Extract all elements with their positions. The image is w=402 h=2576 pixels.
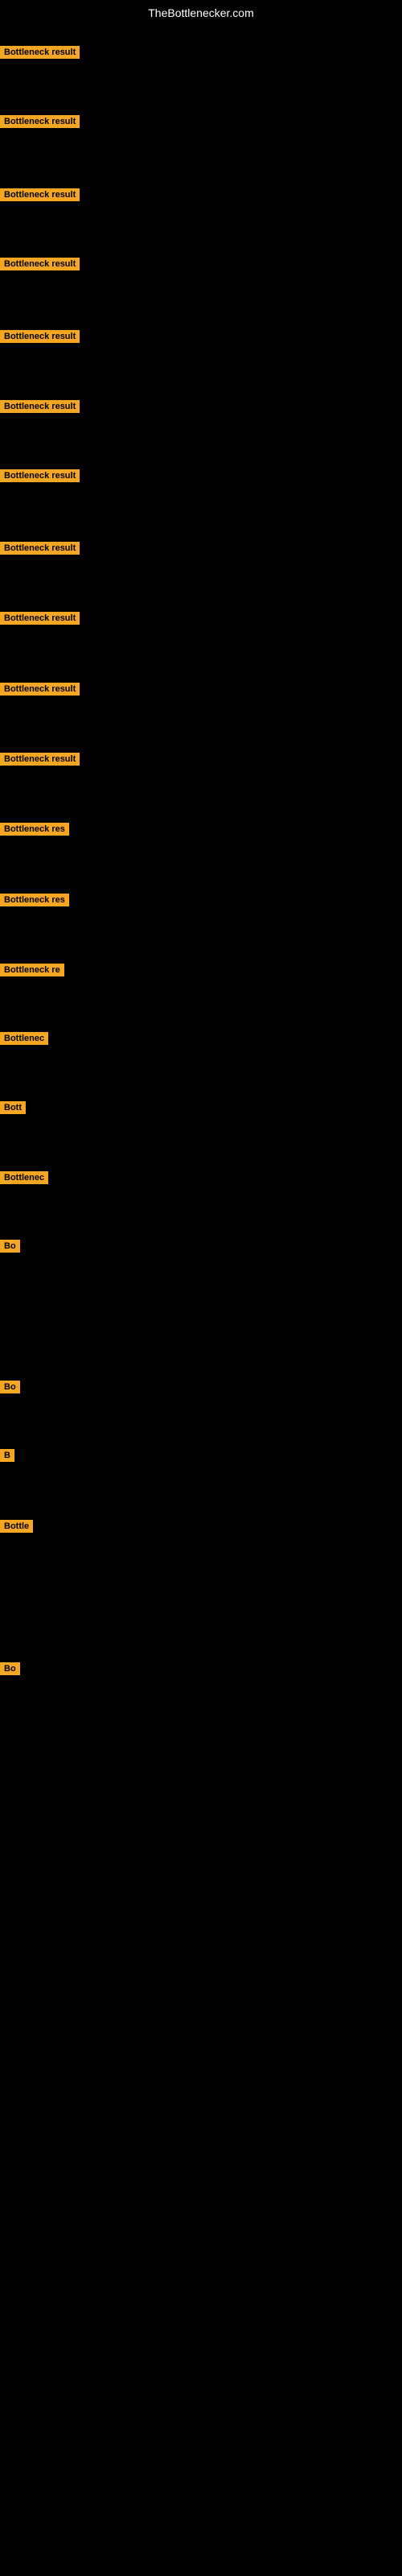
bottleneck-label-4: Bottleneck result bbox=[0, 258, 80, 270]
bottleneck-label-10: Bottleneck result bbox=[0, 683, 80, 696]
bottleneck-badge-15: Bottlenec bbox=[0, 1032, 48, 1049]
bottleneck-label-7: Bottleneck result bbox=[0, 469, 80, 482]
bottleneck-badge-16: Bott bbox=[0, 1101, 26, 1118]
bottleneck-badge-12: Bottleneck res bbox=[0, 823, 69, 840]
bottleneck-label-2: Bottleneck result bbox=[0, 115, 80, 128]
bottleneck-label-20: B bbox=[0, 1449, 14, 1462]
bottleneck-badge-3: Bottleneck result bbox=[0, 188, 80, 205]
bottleneck-label-11: Bottleneck result bbox=[0, 753, 80, 766]
site-title: TheBottlenecker.com bbox=[0, 0, 402, 26]
bottleneck-badge-19: Bo bbox=[0, 1381, 20, 1397]
bottleneck-label-1: Bottleneck result bbox=[0, 46, 80, 59]
bottleneck-label-19: Bo bbox=[0, 1381, 20, 1393]
bottleneck-label-3: Bottleneck result bbox=[0, 188, 80, 201]
bottleneck-badge-7: Bottleneck result bbox=[0, 469, 80, 486]
bottleneck-badge-6: Bottleneck result bbox=[0, 400, 80, 417]
bottleneck-badge-17: Bottlenec bbox=[0, 1171, 48, 1188]
bottleneck-label-16: Bott bbox=[0, 1101, 26, 1114]
bottleneck-badge-21: Bottle bbox=[0, 1520, 33, 1537]
bottleneck-badge-8: Bottleneck result bbox=[0, 542, 80, 559]
bottleneck-label-21: Bottle bbox=[0, 1520, 33, 1533]
bottleneck-badge-22: Bo bbox=[0, 1662, 20, 1679]
bottleneck-label-18: Bo bbox=[0, 1240, 20, 1253]
bottleneck-label-8: Bottleneck result bbox=[0, 542, 80, 555]
bottleneck-badge-4: Bottleneck result bbox=[0, 258, 80, 275]
bottleneck-label-14: Bottleneck re bbox=[0, 964, 64, 976]
bottleneck-label-13: Bottleneck res bbox=[0, 894, 69, 906]
bottleneck-badge-14: Bottleneck re bbox=[0, 964, 64, 980]
bottleneck-badge-9: Bottleneck result bbox=[0, 612, 80, 629]
bottleneck-label-17: Bottlenec bbox=[0, 1171, 48, 1184]
bottleneck-badge-11: Bottleneck result bbox=[0, 753, 80, 770]
bottleneck-label-22: Bo bbox=[0, 1662, 20, 1675]
bottleneck-badge-5: Bottleneck result bbox=[0, 330, 80, 347]
bottleneck-label-5: Bottleneck result bbox=[0, 330, 80, 343]
bottleneck-label-12: Bottleneck res bbox=[0, 823, 69, 836]
bottleneck-badge-2: Bottleneck result bbox=[0, 115, 80, 132]
bottleneck-label-15: Bottlenec bbox=[0, 1032, 48, 1045]
bottleneck-label-6: Bottleneck result bbox=[0, 400, 80, 413]
bottleneck-badge-1: Bottleneck result bbox=[0, 46, 80, 63]
bottleneck-badge-18: Bo bbox=[0, 1240, 20, 1257]
bottleneck-badge-10: Bottleneck result bbox=[0, 683, 80, 700]
bottleneck-badge-20: B bbox=[0, 1449, 14, 1466]
bottleneck-label-9: Bottleneck result bbox=[0, 612, 80, 625]
bottleneck-badge-13: Bottleneck res bbox=[0, 894, 69, 910]
